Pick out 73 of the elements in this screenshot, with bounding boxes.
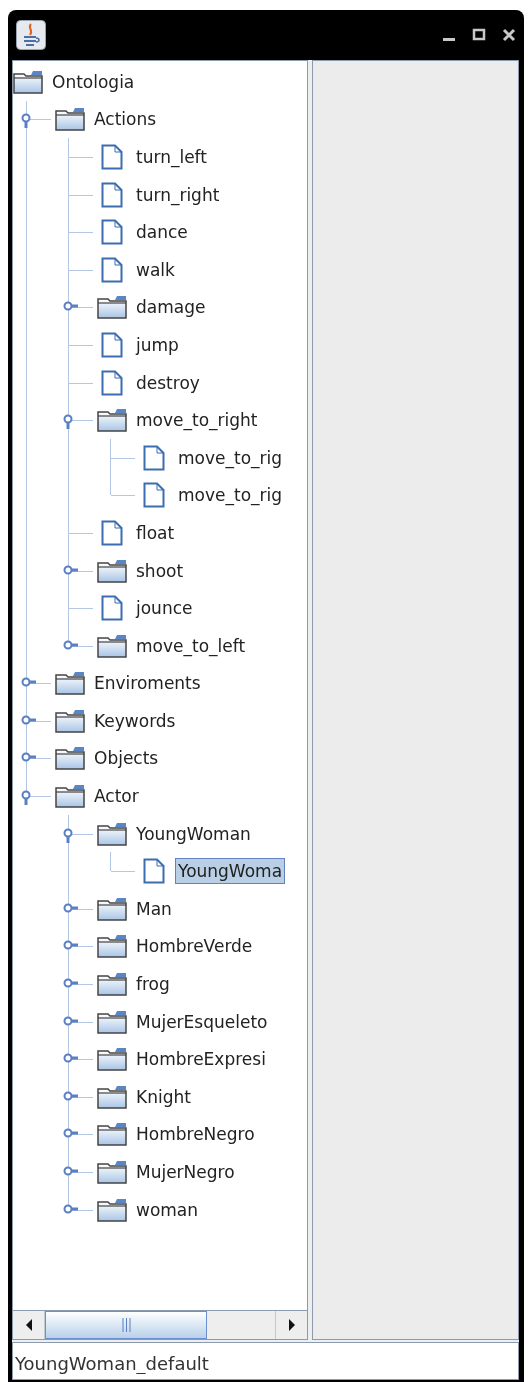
tree-node-label[interactable]: MujerEsqueleto bbox=[133, 1008, 271, 1035]
document-icon bbox=[101, 331, 123, 358]
document-icon bbox=[101, 219, 123, 246]
scroll-thumb[interactable] bbox=[45, 1311, 207, 1339]
tree-node-label[interactable]: HombreExpresi bbox=[133, 1046, 269, 1073]
document-icon bbox=[101, 181, 123, 208]
maximize-button[interactable] bbox=[471, 27, 487, 43]
folder-icon bbox=[13, 69, 43, 94]
tree-node-label[interactable]: Actor bbox=[91, 783, 142, 810]
tree-node-label[interactable]: move_to_right bbox=[133, 407, 261, 434]
folder-icon bbox=[97, 934, 127, 959]
tree-node-label[interactable]: Enviroments bbox=[91, 670, 204, 697]
document-icon bbox=[143, 858, 165, 885]
right-arrow-icon bbox=[286, 1318, 297, 1332]
folder-icon bbox=[97, 1197, 127, 1222]
tree-node-label[interactable]: move_to_rig bbox=[175, 482, 286, 509]
folder-icon bbox=[55, 784, 85, 809]
folder-icon bbox=[97, 1122, 127, 1147]
tree-node-label[interactable]: Knight bbox=[133, 1083, 194, 1110]
folder-icon bbox=[97, 896, 127, 921]
horizontal-scrollbar[interactable] bbox=[13, 1310, 307, 1339]
folder-icon bbox=[97, 1047, 127, 1072]
document-icon bbox=[143, 482, 165, 509]
minimize-icon bbox=[443, 37, 455, 41]
document-icon bbox=[101, 595, 123, 622]
tree-node-label[interactable]: jounce bbox=[133, 595, 196, 622]
tree-node-label[interactable]: HombreVerde bbox=[133, 933, 256, 960]
tree-node-label[interactable]: YoungWoma bbox=[175, 858, 286, 885]
grip-icon bbox=[121, 1318, 131, 1332]
document-icon bbox=[101, 256, 123, 283]
tree-node-label[interactable]: move_to_left bbox=[133, 632, 249, 659]
close-button[interactable] bbox=[501, 27, 517, 43]
folder-icon bbox=[97, 1009, 127, 1034]
document-icon bbox=[101, 519, 123, 546]
tree-node-label[interactable]: shoot bbox=[133, 557, 187, 584]
tree-node-label[interactable]: destroy bbox=[133, 369, 203, 396]
tree-node-label[interactable]: damage bbox=[133, 294, 209, 321]
document-icon bbox=[101, 369, 123, 396]
tree-node-label[interactable]: frog bbox=[133, 971, 173, 998]
tree-node-label[interactable]: Ontologia bbox=[49, 68, 138, 95]
close-icon bbox=[502, 28, 516, 42]
tree-node-label[interactable]: Man bbox=[133, 895, 175, 922]
java-cup-icon bbox=[16, 20, 46, 50]
tree-node-label[interactable]: woman bbox=[133, 1196, 202, 1223]
folder-icon bbox=[97, 821, 127, 846]
folder-icon bbox=[97, 558, 127, 583]
document-icon bbox=[143, 444, 165, 471]
tree-node-label[interactable]: HombreNegro bbox=[133, 1121, 258, 1148]
tree-node-label[interactable]: dance bbox=[133, 219, 191, 246]
tree-node-label[interactable]: turn_right bbox=[133, 181, 223, 208]
maximize-icon bbox=[472, 28, 486, 42]
folder-icon bbox=[55, 746, 85, 771]
folder-icon bbox=[55, 708, 85, 733]
tree-node-label[interactable]: walk bbox=[133, 256, 178, 283]
tree-node-label[interactable]: turn_left bbox=[133, 144, 210, 170]
folder-icon bbox=[97, 633, 127, 658]
status-field[interactable]: YoungWoman_default bbox=[12, 1342, 519, 1380]
folder-icon bbox=[97, 972, 127, 997]
folder-icon bbox=[97, 1160, 127, 1184]
folder-icon bbox=[97, 295, 127, 320]
folder-icon bbox=[97, 408, 127, 433]
tree-node-label[interactable]: YoungWoman bbox=[133, 820, 254, 847]
tree-node-label[interactable]: float bbox=[133, 519, 178, 546]
tree-node-label[interactable]: MujerNegro bbox=[133, 1159, 238, 1185]
folder-icon bbox=[97, 1084, 127, 1109]
folder-icon bbox=[55, 671, 85, 696]
document-icon bbox=[101, 144, 123, 170]
tree-node-label[interactable]: Actions bbox=[91, 106, 160, 133]
tree-node-label[interactable]: move_to_rig bbox=[175, 444, 286, 471]
tree-node-label[interactable]: jump bbox=[133, 331, 182, 358]
tree-node-label[interactable]: Keywords bbox=[91, 707, 179, 734]
tree-node-label[interactable]: Objects bbox=[91, 745, 162, 772]
folder-icon bbox=[55, 107, 85, 132]
